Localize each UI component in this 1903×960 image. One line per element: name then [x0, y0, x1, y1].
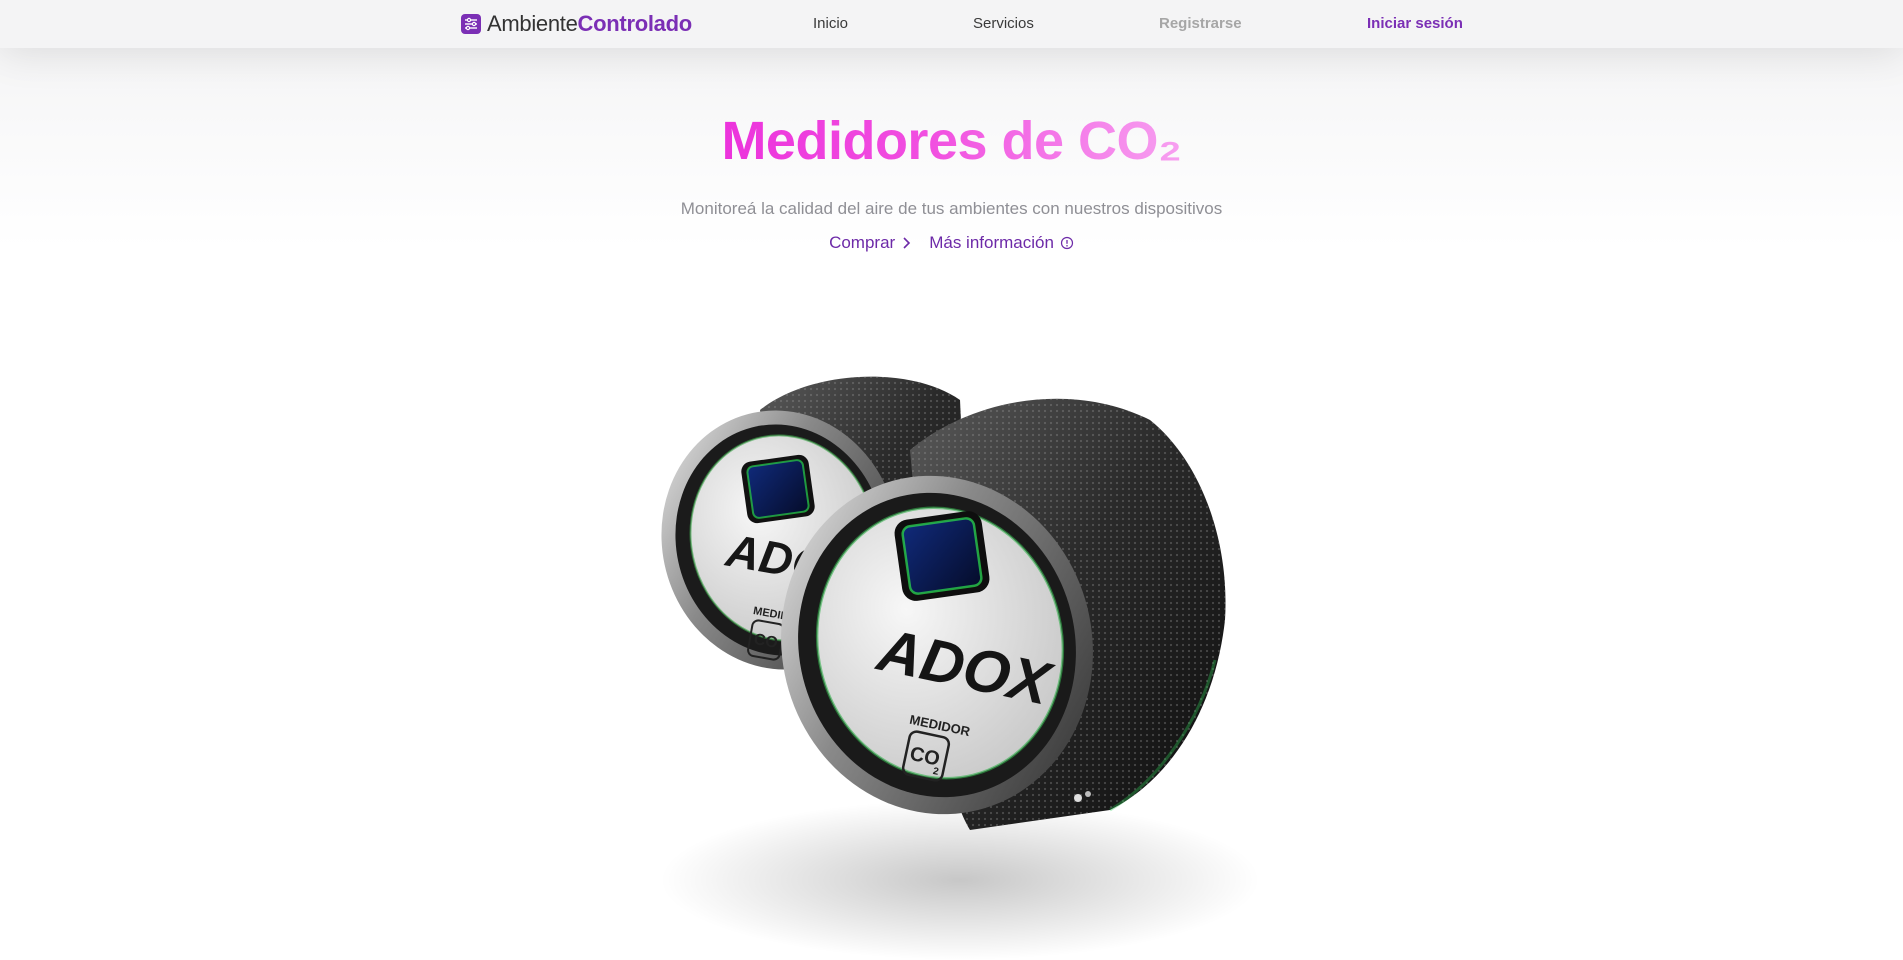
brand-name-bold: Controlado — [577, 11, 693, 36]
brand-logo-link[interactable]: AmbienteControlado — [461, 11, 692, 37]
buy-link[interactable]: Comprar — [829, 233, 911, 253]
info-circle-icon — [1060, 236, 1074, 250]
hero-subtitle: Monitoreá la calidad del aire de tus amb… — [680, 199, 1223, 218]
hero-title-text: Medidores de CO₂ — [721, 111, 1182, 171]
more-info-link[interactable]: Más información — [929, 233, 1074, 253]
chevron-right-icon — [903, 237, 911, 249]
nav-servicios-link[interactable]: Servicios — [973, 15, 1034, 32]
brand-name-light: Ambiente — [487, 11, 578, 36]
co2-meters-product-image: ADOX MEDIDOR CO ADOX MEDIDOR CO 2 — [660, 376, 1260, 960]
sliders-icon — [461, 14, 481, 34]
nav-login-link[interactable]: Iniciar sesión — [1367, 15, 1463, 32]
hero-title: Medidores de CO₂ — [0, 108, 1903, 174]
top-navbar: AmbienteControlado Inicio Servicios Regi… — [0, 0, 1903, 48]
nav-registrarse-link[interactable]: Registrarse — [1159, 15, 1242, 32]
cta-row: Comprar Más información — [0, 233, 1903, 253]
buy-link-label: Comprar — [829, 233, 896, 252]
brand-name: AmbienteControlado — [487, 11, 692, 37]
more-info-link-label: Más información — [929, 233, 1054, 252]
nav-inicio-link[interactable]: Inicio — [813, 15, 848, 32]
